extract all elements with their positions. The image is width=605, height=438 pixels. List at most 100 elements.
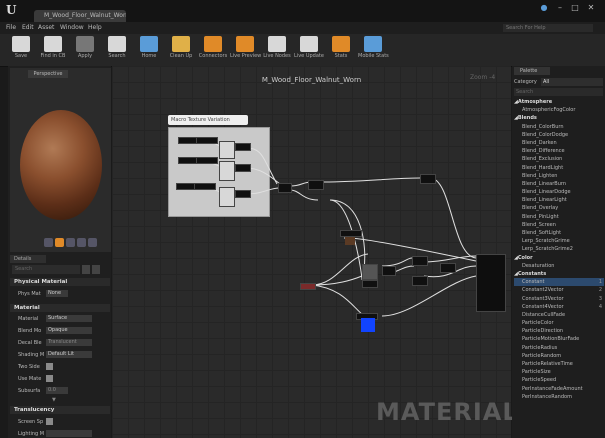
material-node[interactable] xyxy=(278,183,292,193)
texture-sample-node[interactable] xyxy=(362,264,378,280)
palette-item[interactable]: Lerp_ScratchGrime2 xyxy=(514,245,604,253)
search-help-input[interactable]: Search For Help xyxy=(503,24,593,32)
material-node[interactable] xyxy=(178,157,198,164)
palette-item[interactable]: Constant2Vector 2 xyxy=(514,286,604,294)
toolbar-button[interactable]: Search xyxy=(102,36,132,64)
palette-item[interactable]: Desaturation xyxy=(514,262,604,270)
material-node[interactable] xyxy=(235,190,251,198)
palette-item[interactable]: ParticleRelativeTime xyxy=(514,360,604,368)
palette-item[interactable]: Blend_ColorBurn xyxy=(514,123,604,131)
toolbar-button[interactable]: Apply xyxy=(70,36,100,64)
material-node[interactable] xyxy=(412,276,428,286)
material-node[interactable] xyxy=(412,256,428,266)
palette-item[interactable]: Blend_LinearDodge xyxy=(514,188,604,196)
maximize-button[interactable]: □ xyxy=(568,3,582,13)
toolbar-button[interactable]: Stats xyxy=(326,36,356,64)
menu-help[interactable]: Help xyxy=(88,22,102,34)
material-domain-select[interactable]: Surface xyxy=(46,315,92,322)
palette-tab[interactable]: Palette xyxy=(514,67,550,75)
palette-item[interactable]: ParticleRandom xyxy=(514,352,604,360)
palette-item[interactable]: Constant4Vector 4 xyxy=(514,303,604,311)
menu-edit[interactable]: Edit xyxy=(22,22,34,34)
blend-mode-select[interactable]: Opaque xyxy=(46,327,92,334)
material-node[interactable] xyxy=(196,137,218,144)
toolbar-button[interactable]: Home xyxy=(134,36,164,64)
palette-category[interactable]: ◢Atmosphere xyxy=(514,98,604,106)
palette-item[interactable]: PerInstanceRandom xyxy=(514,393,604,401)
palette-item[interactable]: Blend_LinearBurn xyxy=(514,180,604,188)
texture-sample-node[interactable] xyxy=(219,187,235,207)
palette-item[interactable]: PerInstanceFadeAmount xyxy=(514,385,604,393)
search-icon[interactable] xyxy=(82,265,90,274)
teapot-icon[interactable] xyxy=(88,238,97,247)
palette-item[interactable]: ParticleMotionBlurFade xyxy=(514,335,604,343)
palette-item[interactable]: ParticleSpeed xyxy=(514,376,604,384)
texture-sample-node[interactable] xyxy=(219,161,235,181)
palette-item[interactable]: Lerp_ScratchGrime xyxy=(514,237,604,245)
material-node[interactable] xyxy=(362,280,378,288)
palette-category[interactable]: ◢Blends xyxy=(514,114,604,122)
perspective-button[interactable]: Perspective xyxy=(28,70,68,78)
palette-item[interactable]: Blend_LinearLight xyxy=(514,196,604,204)
toolbar-button[interactable]: Find in CB xyxy=(38,36,68,64)
material-node[interactable] xyxy=(308,180,324,190)
unreal-logo-icon[interactable]: U xyxy=(6,3,20,17)
palette-category[interactable]: ◢Constants xyxy=(514,270,604,278)
palette-item[interactable]: ParticleSize xyxy=(514,368,604,376)
toolbar-button[interactable]: Save xyxy=(6,36,36,64)
palette-item[interactable]: Blend_PinLight xyxy=(514,213,604,221)
use-material-attributes-checkbox[interactable] xyxy=(46,375,53,382)
material-node[interactable] xyxy=(420,174,436,184)
palette-item[interactable]: Constant 1 xyxy=(514,278,604,287)
material-node[interactable] xyxy=(235,143,251,151)
material-node[interactable] xyxy=(176,183,196,190)
expand-arrow-icon[interactable]: ▼ xyxy=(52,397,56,403)
view-options-icon[interactable] xyxy=(92,265,100,274)
document-tab[interactable]: M_Wood_Floor_Walnut_Worn xyxy=(34,10,126,22)
details-tab[interactable]: Details xyxy=(10,255,46,263)
parameter-node[interactable] xyxy=(300,283,316,290)
material-node[interactable] xyxy=(382,266,396,276)
close-button[interactable]: ✕ xyxy=(584,3,598,13)
section-material[interactable]: Material xyxy=(10,304,110,312)
toolbar-button[interactable]: Connectors xyxy=(198,36,228,64)
category-select[interactable]: All xyxy=(541,78,603,86)
palette-item[interactable]: Blend_Darken xyxy=(514,139,604,147)
notification-icon[interactable]: ● xyxy=(537,3,551,13)
palette-item[interactable]: Blend_SoftLight xyxy=(514,229,604,237)
lighting-mode-select[interactable] xyxy=(46,430,92,437)
texture-sample-node[interactable] xyxy=(219,141,235,159)
screen-space-reflections-checkbox[interactable] xyxy=(46,418,53,425)
sphere-icon[interactable] xyxy=(55,238,64,247)
menu-asset[interactable]: Asset xyxy=(38,22,54,34)
subsurface-value[interactable]: 0.0 xyxy=(46,387,68,394)
palette-item[interactable]: AtmosphericFogColor xyxy=(514,106,604,114)
material-node[interactable] xyxy=(235,164,251,172)
toolbar-button[interactable]: Mobile Stats xyxy=(358,36,389,64)
menu-window[interactable]: Window xyxy=(60,22,84,34)
toolbar-button[interactable]: Clean Up xyxy=(166,36,196,64)
section-physical-material[interactable]: Physical Material xyxy=(10,278,110,286)
material-result-node[interactable] xyxy=(476,254,506,312)
palette-search-input[interactable]: Search xyxy=(514,88,603,96)
palette-category[interactable]: ◢Color xyxy=(514,254,604,262)
palette-item[interactable]: ParticleDirection xyxy=(514,327,604,335)
palette-item[interactable]: Constant3Vector 3 xyxy=(514,295,604,303)
palette-item[interactable]: ParticleRadius xyxy=(514,344,604,352)
material-node[interactable] xyxy=(178,137,198,144)
two-sided-checkbox[interactable] xyxy=(46,363,53,370)
cube-icon[interactable] xyxy=(77,238,86,247)
palette-item[interactable]: Blend_Exclusion xyxy=(514,155,604,163)
minimize-button[interactable]: – xyxy=(553,3,567,13)
details-search-input[interactable]: Search xyxy=(12,265,80,274)
cylinder-icon[interactable] xyxy=(44,238,53,247)
palette-item[interactable]: ParticleColor xyxy=(514,319,604,327)
material-node[interactable] xyxy=(440,263,456,273)
shading-model-select[interactable]: Default Lit xyxy=(46,351,92,358)
material-node[interactable] xyxy=(340,230,362,237)
section-translucency[interactable]: Translucency xyxy=(10,406,110,414)
palette-item[interactable]: Blend_Screen xyxy=(514,221,604,229)
phys-mat-value[interactable]: None xyxy=(46,290,68,297)
palette-item[interactable]: Blend_Lighten xyxy=(514,172,604,180)
color-preview-node-blue[interactable] xyxy=(361,318,375,332)
